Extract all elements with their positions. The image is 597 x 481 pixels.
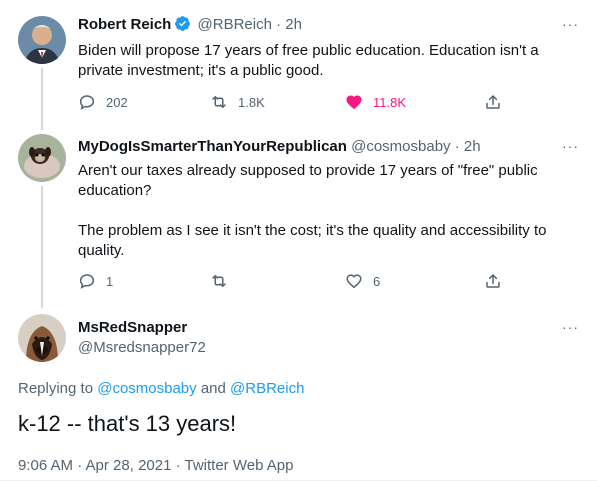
retweet-button[interactable]: 1.8K (210, 93, 265, 111)
avatar[interactable] (18, 134, 66, 182)
action-bar: 1 6 (78, 272, 508, 292)
reply-icon (79, 95, 95, 110)
tweet-focused-msredsnapper[interactable]: MsRedSnapper @Msredsnapper72 ··· Replyin… (0, 308, 597, 481)
handle[interactable]: @Msredsnapper72 (78, 339, 206, 356)
like-button[interactable]: 11.8K (345, 93, 406, 111)
tweet-header: MyDogIsSmarterThanYourRepublican @cosmos… (78, 137, 481, 157)
share-button[interactable] (484, 272, 502, 290)
retweet-icon (212, 96, 226, 108)
replying-and-label: and (196, 380, 231, 397)
like-count: 11.8K (373, 94, 407, 110)
retweet-button[interactable] (210, 272, 228, 290)
tweet-text-content: Biden will propose 17 years of free publ… (78, 42, 543, 79)
handle-and-time[interactable]: @RBReich · 2h (198, 16, 302, 33)
heart-filled-icon (346, 95, 362, 110)
retweet-count: 1.8K (238, 94, 265, 110)
reply-count: 202 (106, 94, 128, 110)
more-options-icon[interactable]: ··· (562, 319, 579, 335)
display-name[interactable]: MyDogIsSmarterThanYourRepublican (78, 138, 347, 155)
tweet-timestamp[interactable]: 9:06 AM · Apr 28, 2021 · Twitter Web App (18, 457, 293, 474)
more-options-icon[interactable]: ··· (562, 138, 579, 154)
replying-to: Replying to @cosmosbaby and @RBReich (18, 380, 304, 397)
tweet-header: Robert Reich @RBReich · 2h (78, 15, 302, 35)
tweet-robert-reich[interactable]: Robert Reich @RBReich · 2h ··· Biden wil… (0, 0, 597, 128)
share-button[interactable] (484, 93, 502, 111)
retweet-icon (212, 275, 226, 287)
reply-count: 1 (106, 273, 114, 289)
more-options-icon[interactable]: ··· (562, 16, 579, 32)
share-icon (486, 274, 500, 288)
tweet-text-content: Aren't our taxes already supposed to pro… (78, 162, 547, 259)
verified-badge-icon (174, 15, 191, 32)
share-icon (486, 95, 500, 109)
like-count: 6 (373, 273, 381, 289)
tweet-text: Aren't our taxes already supposed to pro… (78, 161, 568, 261)
reply-icon (79, 274, 95, 289)
reply-button[interactable]: 202 (78, 93, 128, 111)
avatar[interactable] (18, 314, 66, 362)
display-name[interactable]: Robert Reich (78, 16, 171, 33)
like-button[interactable]: 6 (345, 272, 380, 290)
heart-outline-icon (346, 274, 362, 289)
mention-link-cosmosbaby[interactable]: @cosmosbaby (97, 380, 196, 397)
replying-to-label: Replying to (18, 380, 98, 397)
tweet-header: MsRedSnapper @Msredsnapper72 (78, 318, 206, 358)
handle-and-time[interactable]: @cosmosbaby · 2h (351, 138, 480, 155)
tweet-reply-cosmosbaby[interactable]: MyDogIsSmarterThanYourRepublican @cosmos… (0, 128, 597, 308)
tweet-text: Biden will propose 17 years of free publ… (78, 41, 568, 81)
tweet-text: k-12 -- that's 13 years! (18, 411, 237, 436)
display-name[interactable]: MsRedSnapper (78, 319, 187, 336)
mention-link-rbreich[interactable]: @RBReich (230, 380, 304, 397)
action-bar: 202 1.8K 11.8K (78, 93, 508, 113)
reply-button[interactable]: 1 (78, 272, 113, 290)
avatar[interactable] (18, 16, 66, 64)
